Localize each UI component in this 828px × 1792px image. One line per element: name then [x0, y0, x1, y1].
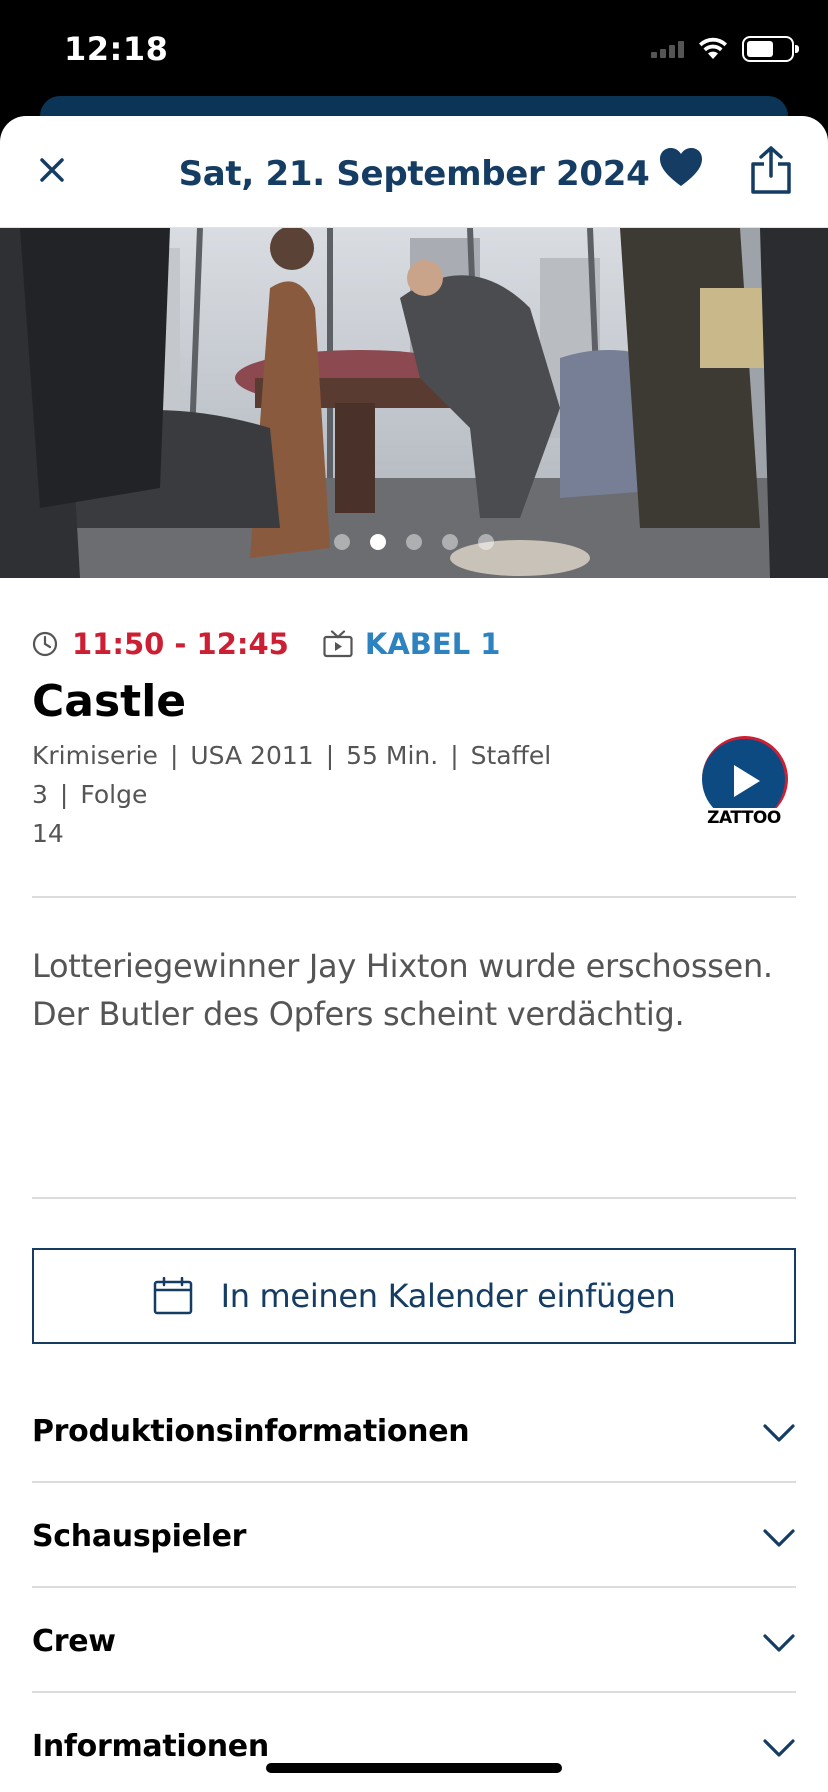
info-accordion: Produktionsinformationen Schauspieler Cr…	[32, 1398, 796, 1792]
show-details: Krimiserie | USA 2011 | 55 Min. | Staffel 3 | Fo…	[32, 736, 672, 853]
accordion-information[interactable]: Informationen	[32, 1693, 796, 1792]
broadcast-time: 11:50 - 12:45	[72, 627, 289, 661]
pager-dot-active[interactable]	[370, 534, 386, 550]
chevron-down-icon	[763, 1739, 795, 1757]
separator: |	[169, 741, 179, 770]
heart-icon	[660, 148, 702, 186]
broadcast-meta: 11:50 - 12:45 KABEL 1	[32, 626, 500, 662]
battery-icon	[742, 36, 799, 62]
program-detail-sheet: Sat, 21. September 2024 11:50 - 12:45 KA…	[0, 116, 828, 1792]
status-bar: 12:18	[0, 0, 828, 110]
accordion-crew[interactable]: Crew	[32, 1588, 796, 1693]
pager-dot[interactable]	[442, 534, 458, 550]
crime-scene-photo	[0, 228, 828, 578]
chevron-down-icon	[763, 1424, 795, 1442]
tv-icon	[323, 630, 353, 658]
accordion-label: Informationen	[32, 1729, 269, 1764]
accordion-production-info[interactable]: Produktionsinformationen	[32, 1398, 796, 1483]
share-button[interactable]	[750, 146, 794, 194]
show-title: Castle	[32, 676, 187, 727]
separator: |	[450, 741, 459, 770]
accordion-label: Schauspieler	[32, 1519, 247, 1554]
add-to-calendar-button[interactable]: In meinen Kalender einfügen	[32, 1248, 796, 1344]
chevron-down-icon	[763, 1634, 795, 1652]
pager-dot[interactable]	[406, 534, 422, 550]
zattoo-play-button[interactable]: ZATTOO	[696, 736, 792, 832]
separator: |	[325, 741, 335, 770]
calendar-icon	[153, 1277, 192, 1315]
status-time: 12:18	[64, 30, 169, 68]
zattoo-logo-text: ZATTOO	[696, 808, 792, 828]
genre: Krimiserie	[32, 741, 158, 770]
accordion-label: Crew	[32, 1624, 116, 1659]
divider	[32, 1197, 796, 1199]
duration: 55 Min.	[346, 741, 439, 770]
wifi-icon	[699, 37, 727, 59]
favorite-button[interactable]	[658, 146, 704, 192]
clock-icon	[32, 631, 58, 657]
divider	[32, 896, 796, 898]
pager-dot[interactable]	[478, 534, 494, 550]
share-icon	[751, 146, 791, 194]
play-icon	[733, 764, 760, 797]
accordion-cast[interactable]: Schauspieler	[32, 1483, 796, 1588]
cellular-signal-icon	[651, 40, 684, 58]
chevron-down-icon	[763, 1529, 795, 1547]
separator: |	[59, 780, 69, 809]
show-description: Lotteriegewinner Jay Hixton wurde erscho…	[32, 947, 773, 1033]
episode-number: 14	[32, 819, 64, 848]
pager-dot[interactable]	[334, 534, 350, 550]
accordion-label: Produktionsinformationen	[32, 1414, 470, 1449]
country-year: USA 2011	[190, 741, 314, 770]
header: Sat, 21. September 2024	[0, 116, 828, 228]
hero-image[interactable]	[0, 228, 828, 578]
channel-name[interactable]: KABEL 1	[365, 627, 501, 661]
home-indicator[interactable]	[266, 1763, 562, 1773]
image-pager[interactable]	[0, 534, 828, 550]
episode-label: Folge	[80, 780, 148, 809]
status-icons	[651, 36, 799, 62]
add-to-calendar-label: In meinen Kalender einfügen	[220, 1277, 676, 1315]
